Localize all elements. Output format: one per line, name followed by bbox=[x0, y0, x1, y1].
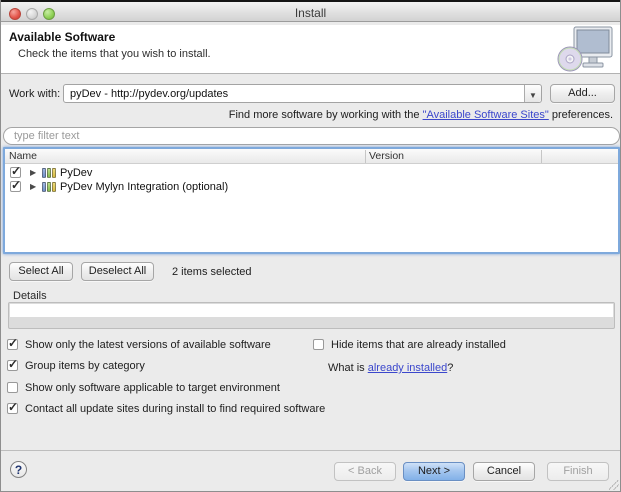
chevron-down-icon: ▼ bbox=[529, 91, 537, 100]
row-checkbox[interactable]: ✓ bbox=[10, 167, 21, 178]
check-icon: ✓ bbox=[8, 357, 18, 371]
footer-divider bbox=[1, 450, 620, 451]
checkbox-hide-installed[interactable] bbox=[313, 339, 324, 350]
column-header-name[interactable]: Name bbox=[9, 150, 37, 162]
add-button[interactable]: Add... bbox=[550, 84, 615, 103]
finish-button: Finish bbox=[547, 462, 609, 481]
what-is-prefix: What is bbox=[328, 362, 368, 374]
available-software-sites-link[interactable]: "Available Software Sites" bbox=[423, 109, 549, 121]
checkbox-group-by-category[interactable]: ✓ bbox=[7, 360, 18, 371]
what-is-suffix: ? bbox=[447, 362, 453, 374]
disclosure-triangle-icon[interactable]: ▶ bbox=[30, 168, 36, 177]
page-subtitle: Check the items that you wish to install… bbox=[18, 48, 211, 60]
checkbox-contact-update-sites[interactable]: ✓ bbox=[7, 403, 18, 414]
option-label[interactable]: Contact all update sites during install … bbox=[25, 403, 325, 415]
work-with-combo[interactable]: pyDev - http://pydev.org/updates ▼ bbox=[63, 84, 542, 103]
question-icon: ? bbox=[15, 463, 22, 477]
software-table[interactable]: Name Version ✓ ▶ PyDev ✓ ▶ PyDev Mylyn I… bbox=[3, 147, 620, 254]
combo-dropdown-button[interactable]: ▼ bbox=[524, 85, 541, 102]
select-all-button[interactable]: Select All bbox=[9, 262, 73, 281]
row-checkbox[interactable]: ✓ bbox=[10, 181, 21, 192]
column-divider[interactable] bbox=[365, 150, 366, 163]
row-label[interactable]: PyDev bbox=[60, 167, 92, 179]
option-label[interactable]: Show only the latest versions of availab… bbox=[25, 339, 271, 351]
option-label[interactable]: Group items by category bbox=[25, 360, 145, 372]
feature-icon bbox=[42, 168, 57, 178]
checkbox-target-environment[interactable] bbox=[7, 382, 18, 393]
deselect-all-button[interactable]: Deselect All bbox=[81, 262, 154, 281]
find-more-text: Find more software by working with the "… bbox=[229, 109, 613, 121]
details-label: Details bbox=[13, 290, 47, 302]
next-button[interactable]: Next > bbox=[403, 462, 465, 481]
check-icon: ✓ bbox=[8, 400, 18, 414]
already-installed-link[interactable]: already installed bbox=[368, 362, 448, 374]
resize-grip[interactable] bbox=[609, 480, 619, 490]
option-label[interactable]: Hide items that are already installed bbox=[331, 339, 506, 351]
details-content bbox=[10, 304, 613, 317]
table-row[interactable]: ✓ ▶ PyDev bbox=[5, 166, 618, 180]
feature-icon bbox=[42, 182, 57, 192]
help-button[interactable]: ? bbox=[10, 461, 27, 478]
install-dialog: Install Available Software Check the ite… bbox=[0, 0, 621, 492]
check-icon: ✓ bbox=[11, 164, 21, 178]
filter-input[interactable] bbox=[3, 127, 620, 145]
cancel-button[interactable]: Cancel bbox=[473, 462, 535, 481]
window-title: Install bbox=[1, 6, 620, 20]
page-title: Available Software bbox=[9, 30, 115, 44]
install-software-icon bbox=[556, 25, 614, 79]
table-header: Name Version bbox=[5, 149, 618, 164]
what-is-installed-text: What is already installed? bbox=[328, 362, 453, 374]
check-icon: ✓ bbox=[8, 336, 18, 350]
wizard-header: Available Software Check the items that … bbox=[1, 25, 620, 74]
row-label[interactable]: PyDev Mylyn Integration (optional) bbox=[60, 181, 228, 193]
option-label[interactable]: Show only software applicable to target … bbox=[25, 382, 280, 394]
find-more-prefix: Find more software by working with the bbox=[229, 109, 423, 121]
find-more-suffix: preferences. bbox=[549, 109, 613, 121]
work-with-label: Work with: bbox=[9, 88, 60, 100]
selection-status: 2 items selected bbox=[172, 266, 251, 278]
column-divider[interactable] bbox=[541, 150, 542, 163]
back-button: < Back bbox=[334, 462, 396, 481]
disclosure-triangle-icon[interactable]: ▶ bbox=[30, 182, 36, 191]
table-row[interactable]: ✓ ▶ PyDev Mylyn Integration (optional) bbox=[5, 180, 618, 194]
checkbox-latest-versions[interactable]: ✓ bbox=[7, 339, 18, 350]
work-with-value: pyDev - http://pydev.org/updates bbox=[70, 88, 228, 100]
check-icon: ✓ bbox=[11, 178, 21, 192]
column-header-version[interactable]: Version bbox=[369, 150, 404, 162]
window-titlebar: Install bbox=[1, 0, 620, 22]
details-panel bbox=[8, 302, 615, 329]
